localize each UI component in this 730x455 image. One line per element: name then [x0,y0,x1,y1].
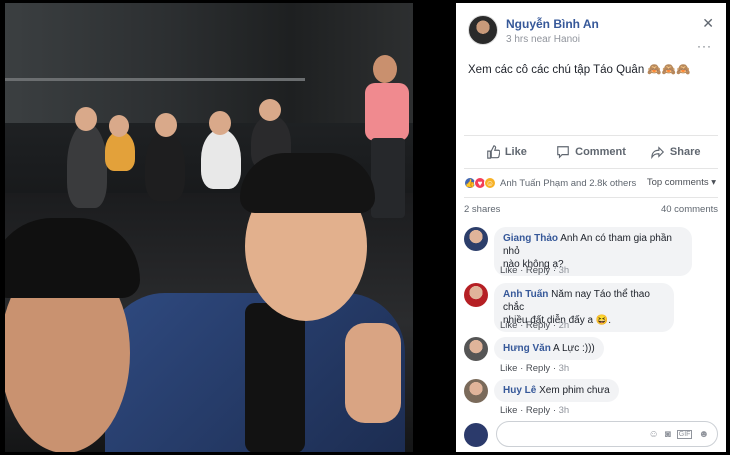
comment-text: A Lực :))) [553,343,595,354]
photo-person-head [109,115,129,137]
comment-actions: Like · Reply · 3h [500,405,570,416]
post-meta: 3 hrs near Hanoi [506,34,580,45]
comment-time[interactable]: 2h [559,320,570,331]
commenter-name[interactable]: Giang Thảo [503,233,558,244]
share-button[interactable]: Share [633,136,718,168]
sticker-icon[interactable]: ☻ [698,429,709,440]
photo-person [105,131,135,171]
comment-text: Xem phim chưa [539,385,610,396]
comment-icon [557,146,569,159]
comment-button[interactable]: Comment [549,136,634,168]
comment-item: Hưng Văn A Lực :))) Like · Reply · 3h [464,337,718,375]
post-photo[interactable] [5,3,413,452]
gif-icon[interactable]: GIF [676,429,693,439]
comment-like-link[interactable]: Like [500,405,517,416]
engagement-counts: 2 shares 40 comments [464,197,718,221]
post-actions: Like Comment Share [464,135,718,169]
commenter-avatar[interactable] [464,337,488,361]
camera-icon[interactable]: ◙ [665,429,671,440]
photo-person-head [155,113,177,137]
author-avatar[interactable] [468,15,498,45]
post-header: Nguyễn Bình An 3 hrs near Hanoi ✕ ··· [456,3,726,53]
comment-time[interactable]: 3h [559,405,570,416]
comment-bubble: Huy Lê Xem phim chưa [494,379,619,402]
comment-actions: Like · Reply · 3h [500,265,570,276]
comment-actions: Like · Reply · 3h [500,363,570,374]
photo-person [201,129,241,189]
photo-person-pink-shirt [365,83,409,141]
comment-item: Huy Lê Xem phim chưa Like · Reply · 3h [464,379,718,417]
comment-reply-link[interactable]: Reply [526,363,550,374]
post-panel: Nguyễn Bình An 3 hrs near Hanoi ✕ ··· Xe… [456,3,726,452]
commenter-name[interactable]: Anh Tuấn [503,289,548,300]
photo-person-head [373,55,397,83]
comment-like-link[interactable]: Like [500,363,517,374]
comments-count[interactable]: 40 comments [661,204,718,215]
photo-person-legs [371,138,405,218]
close-icon[interactable]: ✕ [702,15,714,32]
comment-item: Anh Tuấn Năm nay Táo thể thao chắc nhiều… [464,283,718,333]
share-label: Share [669,146,701,158]
commenter-avatar[interactable] [464,379,488,403]
comment-reply-link[interactable]: Reply [526,405,550,416]
comment-reply-link[interactable]: Reply [526,265,550,276]
like-label: Like [504,146,527,158]
like-button[interactable]: Like [464,136,549,168]
commenter-avatar[interactable] [464,227,488,251]
more-options-icon[interactable]: ··· [697,39,712,53]
comment-label: Comment [575,146,626,158]
photo-person-head [75,107,97,131]
photo-peace-hand [345,323,401,423]
photo-person-head [209,111,231,135]
post-caption: Xem các cô các chú tập Táo Quân 🙈🙈🙈 [468,64,691,76]
commenter-name[interactable]: Huy Lê [503,385,536,396]
comment-actions: Like · Reply · 2h [500,320,570,331]
photo-person-head [259,99,281,121]
commenter-name[interactable]: Hưng Văn [503,343,551,354]
photo-person [145,131,185,201]
author-name[interactable]: Nguyễn Bình An [506,17,599,31]
comment-item: Giang Thảo Anh An có tham gia phần nhỏ n… [464,227,718,277]
comment-reply-link[interactable]: Reply [526,320,550,331]
current-user-avatar [464,423,488,447]
photo-selfie-hair [240,153,375,213]
photo-selfie-shirt [245,303,305,452]
emoji-icon[interactable]: ☺ [649,429,659,440]
share-icon [651,146,664,159]
commenter-avatar[interactable] [464,283,488,307]
thumbs-up-icon [487,145,500,159]
top-comments-dropdown[interactable]: Top comments ▾ [647,177,716,188]
facebook-photo-viewer: Nguyễn Bình An 3 hrs near Hanoi ✕ ··· Xe… [0,0,730,455]
photo-person [67,123,107,208]
reaction-count[interactable]: Anh Tuấn Phạm and 2.8k others [500,178,636,189]
comment-like-link[interactable]: Like [500,320,517,331]
comment-time[interactable]: 3h [559,265,570,276]
comment-bubble: Hưng Văn A Lực :))) [494,337,604,360]
haha-reaction-icon: ☺ [484,177,496,189]
comment-composer: ☺ ◙ GIF ☻ [464,421,718,447]
photo-wall [5,3,413,123]
shares-count[interactable]: 2 shares [464,204,500,215]
photo-railing [5,78,305,81]
comment-like-link[interactable]: Like [500,265,517,276]
comment-input[interactable]: ☺ ◙ GIF ☻ [496,421,718,447]
comment-time[interactable]: 3h [559,363,570,374]
